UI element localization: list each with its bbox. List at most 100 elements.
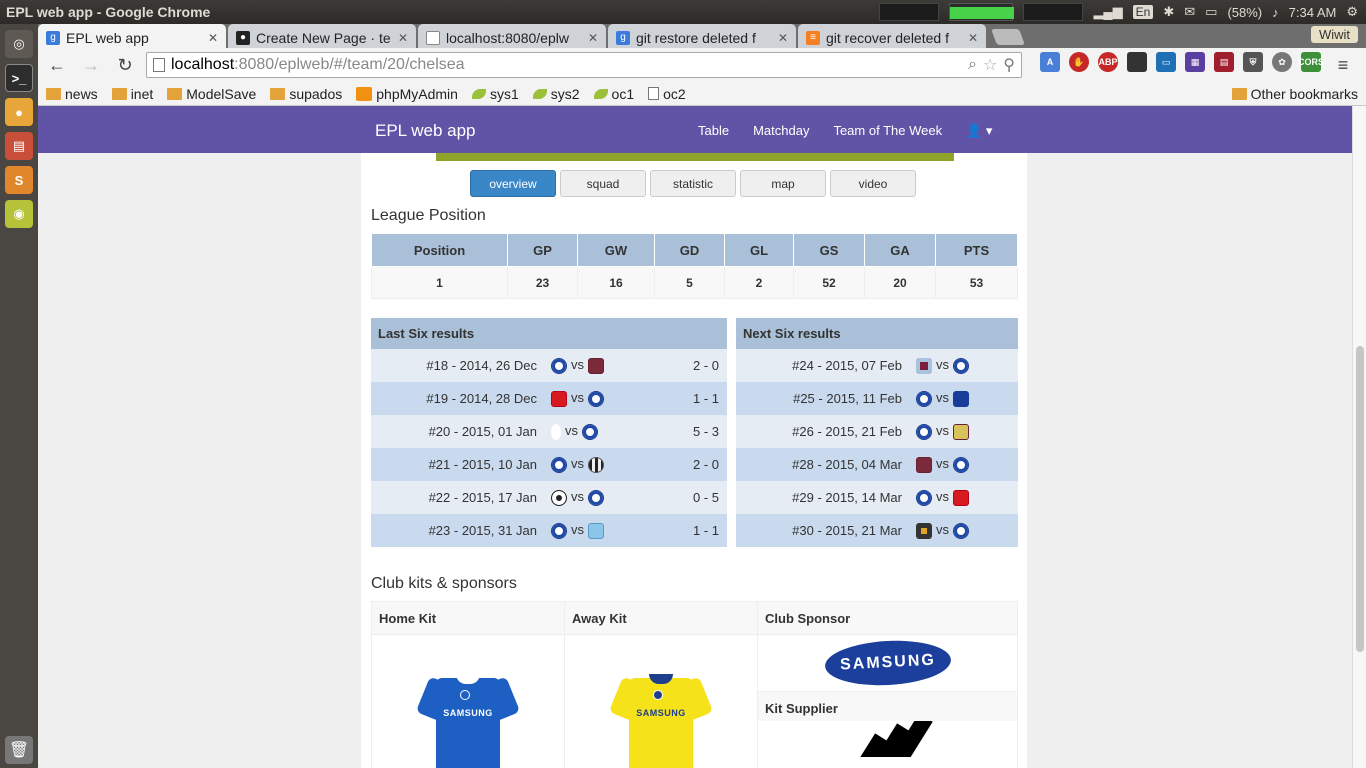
browser-tab-strip: g EPL web app ✕ ● Create New Page · te ✕… xyxy=(38,24,1366,48)
result-row[interactable]: #30 - 2015, 21 Mar vs xyxy=(736,514,1018,547)
bookmark-item[interactable]: phpMyAdmin xyxy=(356,86,458,102)
close-icon[interactable]: ✕ xyxy=(588,31,598,45)
result-row[interactable]: #21 - 2015, 10 Jan vs 2 - 0 xyxy=(371,448,727,481)
nav-team-of-the-week[interactable]: Team of The Week xyxy=(833,123,942,139)
user-menu-icon[interactable]: 👤 ▾ xyxy=(966,123,992,139)
tab-statistic[interactable]: statistic xyxy=(650,170,736,197)
result-row[interactable]: #20 - 2015, 01 Jan vs 5 - 3 xyxy=(371,415,727,448)
tab-video[interactable]: video xyxy=(830,170,916,197)
stop-icon[interactable]: ✋ xyxy=(1069,52,1089,72)
forward-icon[interactable]: → xyxy=(78,52,104,78)
extension-icon[interactable]: ▦ xyxy=(1185,52,1205,72)
extension-icon[interactable] xyxy=(1127,52,1147,72)
browser-tab[interactable]: ≡ git recover deleted f ✕ xyxy=(798,24,986,48)
tab-overview[interactable]: overview xyxy=(470,170,556,197)
back-icon[interactable]: ← xyxy=(44,52,70,78)
files-icon[interactable]: ▤ xyxy=(5,132,33,160)
bookmark-item[interactable]: ModelSave xyxy=(167,86,256,102)
page-scrollbar[interactable] xyxy=(1352,106,1366,768)
result-row[interactable]: #23 - 2015, 31 Jan vs 1 - 1 xyxy=(371,514,727,547)
menu-icon[interactable]: ≡ xyxy=(1330,52,1356,78)
result-row[interactable]: #26 - 2015, 21 Feb vs xyxy=(736,415,1018,448)
power-icon[interactable]: ⚙ xyxy=(1346,4,1358,20)
chelsea-badge-icon xyxy=(588,489,604,506)
bookmark-label: oc1 xyxy=(611,85,635,102)
result-row[interactable]: #29 - 2015, 14 Mar vs xyxy=(736,481,1018,514)
close-icon[interactable]: ✕ xyxy=(778,31,788,45)
nav-table[interactable]: Table xyxy=(698,123,729,139)
star-icon[interactable]: ☆ xyxy=(983,55,997,75)
result-row[interactable]: #28 - 2015, 04 Mar vs xyxy=(736,448,1018,481)
tab-map[interactable]: map xyxy=(740,170,826,197)
browser-tab[interactable]: ● Create New Page · te ✕ xyxy=(228,24,416,48)
extension-icon[interactable]: ▭ xyxy=(1156,52,1176,72)
chelsea-badge-icon xyxy=(588,390,604,407)
close-icon[interactable]: ✕ xyxy=(398,31,408,45)
result-row[interactable]: #18 - 2014, 26 Dec vs 2 - 0 xyxy=(371,349,727,382)
adblock-icon[interactable]: ABP xyxy=(1098,52,1118,72)
translate-icon[interactable]: A xyxy=(1040,52,1060,72)
search-icon[interactable]: ⌕ xyxy=(968,56,977,74)
vs-label: vs xyxy=(936,357,949,373)
trash-icon[interactable]: 🗑 xyxy=(5,736,33,764)
match-label: #20 - 2015, 01 Jan xyxy=(371,415,551,448)
battery-percent[interactable]: (58%) xyxy=(1227,5,1262,20)
bookmark-item[interactable]: oc1 xyxy=(593,85,635,102)
swansea-badge-icon xyxy=(551,489,567,506)
bookmark-item[interactable]: sys1 xyxy=(471,86,519,102)
battery-icon[interactable]: ▭ xyxy=(1205,4,1217,20)
mail-icon[interactable]: ✉ xyxy=(1184,4,1195,20)
close-icon[interactable]: ✕ xyxy=(968,31,978,45)
bookmark-item[interactable]: inet xyxy=(111,86,153,102)
other-bookmarks[interactable]: Other bookmarks xyxy=(1231,86,1366,102)
app-icon[interactable]: ◉ xyxy=(5,200,33,228)
wrench-icon[interactable]: ⚲ xyxy=(1003,55,1015,75)
result-row[interactable]: #25 - 2015, 11 Feb vs xyxy=(736,382,1018,415)
result-row[interactable]: #19 - 2014, 28 Dec vs 1 - 1 xyxy=(371,382,727,415)
match-score: 1 - 1 xyxy=(677,382,727,415)
url-text[interactable]: localhost:8080/eplweb/#/team/20/chelsea xyxy=(171,56,962,74)
clock[interactable]: 7:34 AM xyxy=(1289,5,1337,20)
bookmark-item[interactable]: oc2 xyxy=(648,86,686,102)
everton-badge-icon xyxy=(953,390,969,407)
extension-icon[interactable]: ▤ xyxy=(1214,52,1234,72)
bookmark-item[interactable]: news xyxy=(46,86,98,102)
close-icon[interactable]: ✕ xyxy=(208,31,218,45)
app-brand[interactable]: EPL web app xyxy=(375,121,476,141)
nav-matchday[interactable]: Matchday xyxy=(753,123,809,139)
profile-button[interactable]: Wiwit xyxy=(1310,26,1358,43)
sublime-icon[interactable]: S xyxy=(5,166,33,194)
chrome-icon[interactable]: ● xyxy=(5,98,33,126)
terminal-icon[interactable]: >_ xyxy=(5,64,33,92)
away-kit-sponsor-text: SAMSUNG xyxy=(636,708,686,718)
tab-squad[interactable]: squad xyxy=(560,170,646,197)
table-header-cell: GS xyxy=(793,233,865,267)
window-title: EPL web app - Google Chrome xyxy=(6,4,211,20)
keyboard-language[interactable]: En xyxy=(1132,5,1154,19)
browser-tab[interactable]: localhost:8080/eplw ✕ xyxy=(418,24,606,48)
result-row[interactable]: #24 - 2015, 07 Feb vs xyxy=(736,349,1018,382)
cors-icon[interactable]: CORS xyxy=(1298,52,1324,72)
club-kits-heading: Club kits & sponsors xyxy=(371,575,517,592)
cpu-meter-indicator[interactable] xyxy=(949,3,1015,21)
reload-icon[interactable]: ↻ xyxy=(112,52,138,78)
new-tab-button[interactable] xyxy=(991,29,1025,45)
extension-icon[interactable]: ✿ xyxy=(1272,52,1292,72)
address-bar[interactable]: localhost:8080/eplweb/#/team/20/chelsea … xyxy=(146,52,1022,78)
load-graph-indicator[interactable] xyxy=(1023,3,1084,21)
shield-icon[interactable]: ⛨ xyxy=(1243,52,1263,72)
bookmark-item[interactable]: supados xyxy=(270,86,342,102)
result-row[interactable]: #22 - 2015, 17 Jan vs 0 - 5 xyxy=(371,481,727,514)
network-graph-indicator[interactable] xyxy=(879,3,940,21)
volume-icon[interactable]: ♪ xyxy=(1272,5,1279,20)
match-teams: vs xyxy=(551,481,677,514)
ubuntu-icon[interactable]: ◎ xyxy=(5,30,33,58)
match-label: #18 - 2014, 26 Dec xyxy=(371,349,551,382)
bluetooth-icon[interactable]: ✱ xyxy=(1163,4,1174,20)
browser-tab[interactable]: g git restore deleted f ✕ xyxy=(608,24,796,48)
browser-tab[interactable]: g EPL web app ✕ xyxy=(38,24,226,48)
scrollbar-thumb[interactable] xyxy=(1356,346,1364,652)
signal-icon[interactable]: ▂▄▆ xyxy=(1093,4,1122,20)
bookmark-item[interactable]: sys2 xyxy=(532,86,580,102)
match-label: #29 - 2015, 14 Mar xyxy=(736,481,916,514)
